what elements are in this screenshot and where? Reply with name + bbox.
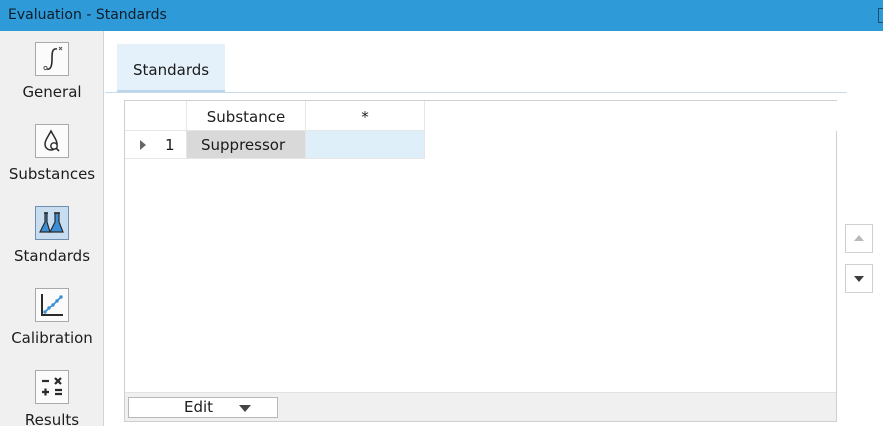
sidebar-item-label: Substances xyxy=(8,165,96,183)
move-down-button[interactable] xyxy=(845,264,873,293)
sidebar-item-calibration[interactable]: Calibration xyxy=(0,277,104,357)
tab-strip: Standards xyxy=(105,42,847,93)
sidebar-item-general[interactable]: General xyxy=(0,31,104,111)
sidebar-item-label: Calibration xyxy=(11,329,93,347)
sidebar-item-standards[interactable]: Standards xyxy=(0,195,104,275)
column-header-substance[interactable]: Substance xyxy=(187,101,306,131)
sidebar-item-results[interactable]: Results xyxy=(0,359,104,439)
standards-grid: Substance * 1 Suppressor Edit xyxy=(124,100,838,422)
calibration-curve-icon xyxy=(35,288,69,322)
sidebar-item-substances[interactable]: Substances xyxy=(0,113,104,193)
table-row[interactable]: 1 xyxy=(125,131,187,159)
move-up-button[interactable] xyxy=(845,224,873,253)
tab-standards[interactable]: Standards xyxy=(117,44,225,92)
grid-footer: Edit xyxy=(125,392,836,421)
title-bar: Evaluation - Standards xyxy=(0,0,883,31)
sidebar-item-label: Standards xyxy=(13,247,91,265)
calculator-icon xyxy=(35,370,69,404)
cell-value[interactable] xyxy=(306,131,425,159)
sidebar: General Substances Standards Calibration… xyxy=(0,31,104,429)
sidebar-item-label: Results xyxy=(24,411,80,429)
sidebar-item-label: General xyxy=(22,83,82,101)
window-title: Evaluation - Standards xyxy=(8,7,167,23)
window-restore-icon[interactable] xyxy=(878,8,883,23)
drop-search-icon xyxy=(35,124,69,158)
edit-dropdown-button[interactable]: Edit xyxy=(128,397,278,418)
column-header-star[interactable]: * xyxy=(306,101,425,131)
chevron-down-icon xyxy=(239,405,251,412)
row-header-corner xyxy=(125,101,187,131)
cell-substance[interactable]: Suppressor xyxy=(187,131,306,159)
edit-label: Edit xyxy=(184,398,214,416)
row-index: 1 xyxy=(165,136,175,154)
integral-icon xyxy=(35,42,69,76)
arrow-up-icon xyxy=(854,235,864,241)
row-expand-icon[interactable] xyxy=(140,140,146,150)
flasks-icon xyxy=(35,206,69,240)
arrow-down-icon xyxy=(854,276,864,282)
main-panel: Standards Substance * 1 Suppressor Edit xyxy=(105,31,883,426)
